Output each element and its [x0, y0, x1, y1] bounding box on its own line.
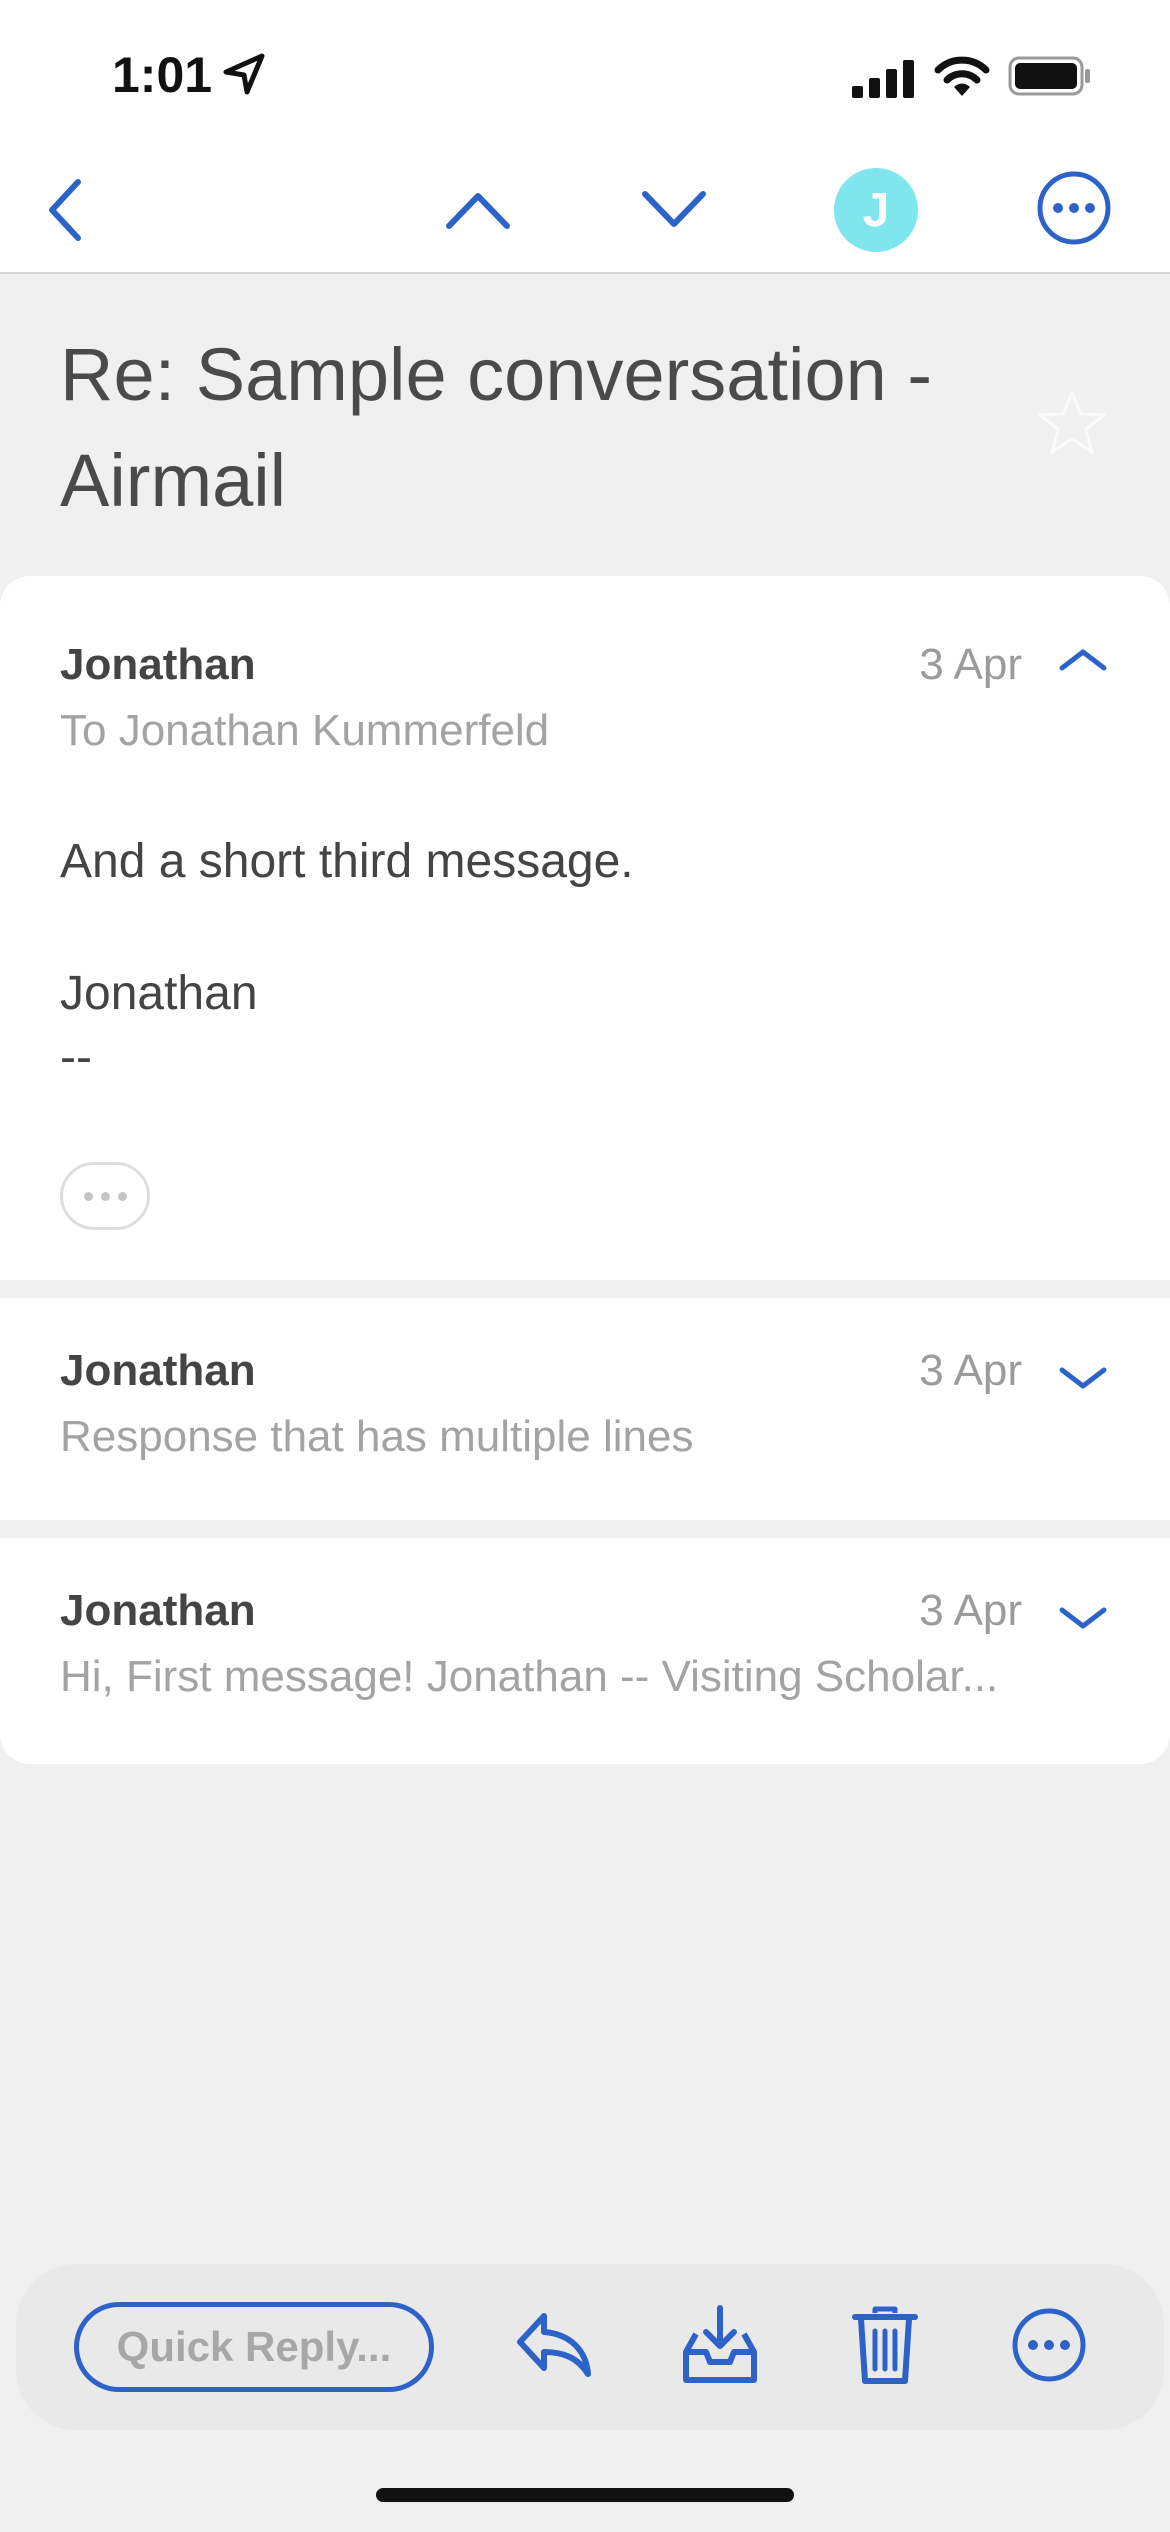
quick-reply-label: Quick Reply... [116, 2323, 392, 2370]
battery-icon [1008, 56, 1090, 96]
wifi-icon [934, 56, 990, 96]
home-indicator[interactable] [376, 2488, 794, 2502]
dot [83, 1191, 93, 1201]
chevron-down-icon [642, 191, 706, 227]
reply-button[interactable] [506, 2300, 602, 2390]
more-options-button[interactable] [1006, 2300, 1092, 2390]
message-sender: Jonathan [60, 1586, 256, 1635]
message-card-collapsed[interactable]: Jonathan 3 Apr Response that has multipl… [0, 1298, 1170, 1520]
ellipsis-circle-icon [1037, 171, 1111, 245]
collapse-chevron-icon[interactable] [1058, 644, 1108, 674]
message-recipients: To Jonathan Kummerfeld [60, 706, 550, 755]
cellular-signal-icon [852, 60, 914, 98]
show-quoted-text-button[interactable] [60, 1162, 150, 1230]
expand-chevron-icon[interactable] [1058, 1604, 1108, 1634]
chevron-up-icon [446, 193, 510, 229]
trash-icon [852, 2306, 918, 2384]
account-avatar[interactable]: J [834, 168, 918, 252]
message-date: 3 Apr [919, 640, 1022, 689]
delete-button[interactable] [840, 2298, 930, 2392]
expand-chevron-icon[interactable] [1058, 1364, 1108, 1394]
previous-message-button[interactable] [440, 170, 516, 250]
status-time: 1:01 [112, 47, 213, 103]
reply-icon [517, 2313, 591, 2377]
message-body-line: And a short third message. [60, 835, 634, 888]
archive-icon [683, 2305, 757, 2383]
dot [100, 1191, 110, 1201]
message-body-line: Jonathan [60, 967, 258, 1020]
message-preview: Response that has multiple lines [60, 1412, 694, 1461]
quick-reply-button[interactable]: Quick Reply... [74, 2302, 434, 2392]
message-card-collapsed[interactable]: Jonathan 3 Apr Hi, First message! Jonath… [0, 1538, 1170, 1764]
dot [117, 1191, 127, 1201]
message-body-line: -- [60, 1031, 92, 1084]
chevron-left-icon [49, 179, 81, 241]
archive-button[interactable] [670, 2296, 770, 2394]
back-button[interactable] [36, 168, 96, 252]
message-preview: Hi, First message! Jonathan -- Visiting … [60, 1652, 999, 1701]
message-card-expanded[interactable]: Jonathan 3 Apr To Jonathan Kummerfeld An… [0, 576, 1170, 1280]
star-icon[interactable] [1036, 388, 1108, 458]
status-bar: 1:01 [0, 0, 1170, 150]
more-actions-button[interactable] [1034, 168, 1114, 248]
next-message-button[interactable] [636, 170, 712, 250]
ellipsis-circle-icon [1012, 2308, 1086, 2382]
thread-subject: Re: Sample conversation - Airmail [60, 333, 932, 522]
message-sender: Jonathan [60, 1346, 256, 1395]
message-sender: Jonathan [60, 640, 256, 689]
message-date: 3 Apr [919, 1346, 1022, 1395]
location-arrow-icon [223, 53, 265, 95]
message-toolbar [0, 150, 1170, 274]
message-date: 3 Apr [919, 1586, 1022, 1635]
